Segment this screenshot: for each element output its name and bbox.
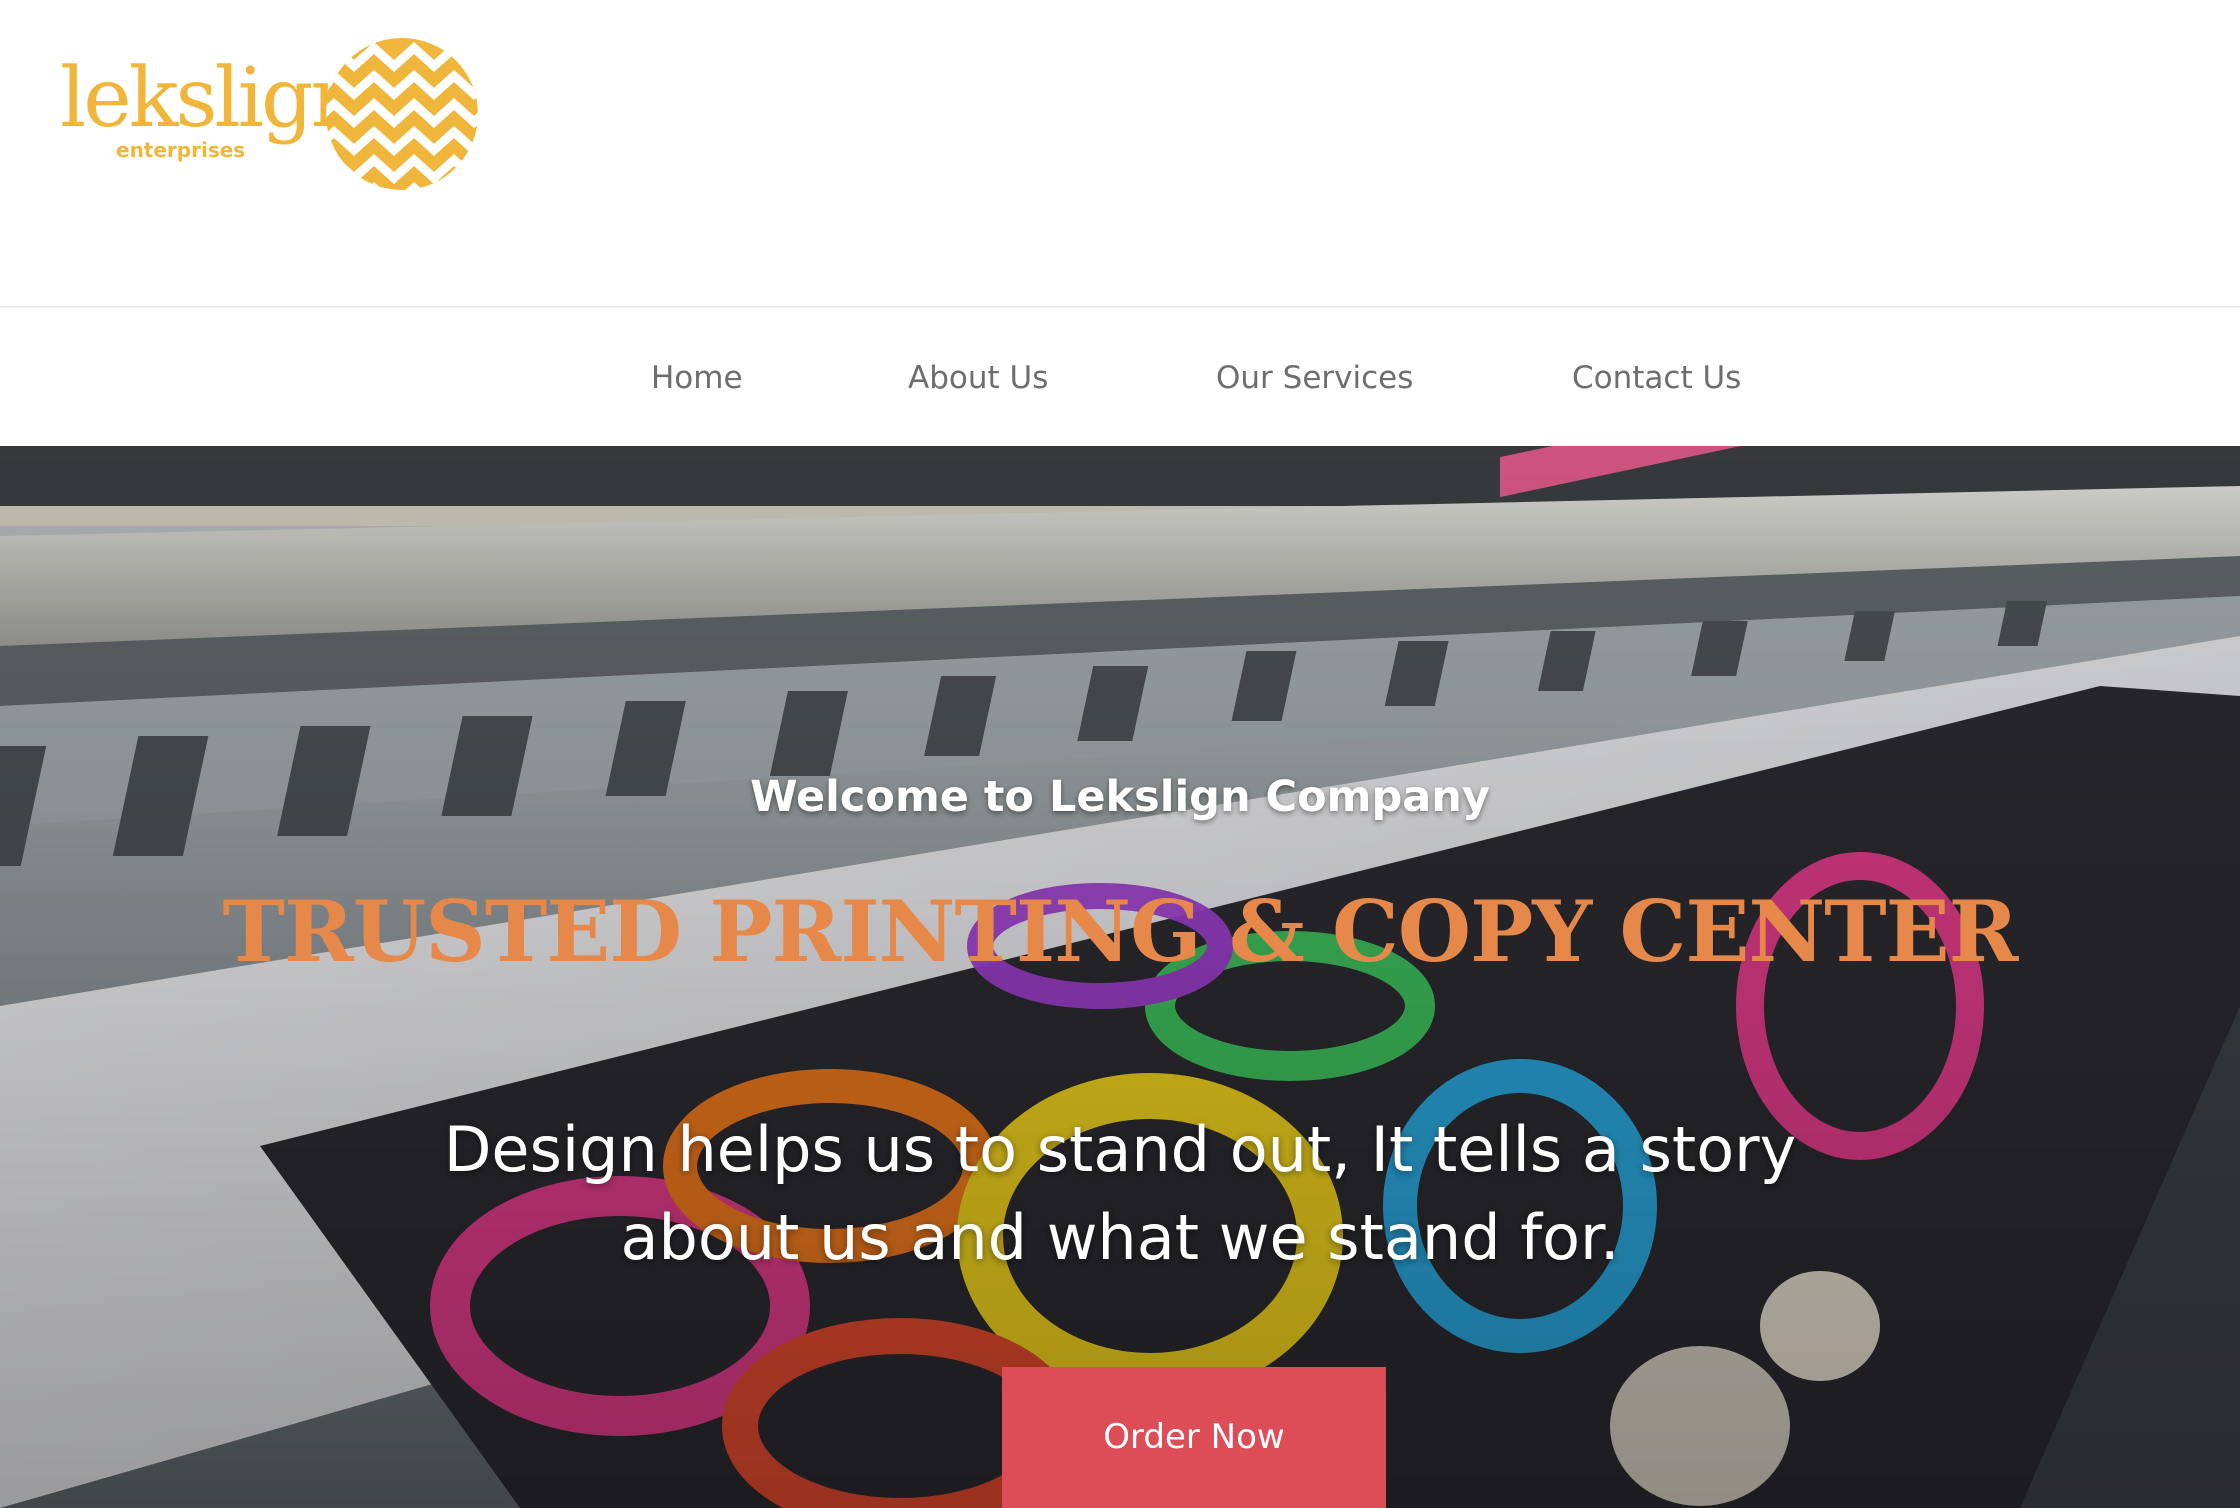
nav-item-our-services[interactable]: Our Services — [1216, 358, 1413, 398]
nav-item-contact-us[interactable]: Contact Us — [1572, 358, 1741, 398]
nav-item-home[interactable]: Home — [651, 358, 743, 398]
nav-item-about-us[interactable]: About Us — [908, 358, 1048, 398]
hero-section: Welcome to Lekslign Company TRUSTED PRIN… — [0, 446, 2240, 1508]
order-now-button[interactable]: Order Now — [1002, 1367, 1386, 1508]
main-navigation: Home About Us Our Services Contact Us — [0, 306, 2240, 446]
logo-subtitle: enterprises — [116, 138, 246, 162]
logo-chevron-globe-icon — [326, 38, 478, 190]
hero-tagline: Design helps us to stand out, It tells a… — [443, 1113, 1797, 1274]
logo-wordmark: lekslign — [60, 51, 363, 146]
brand-logo[interactable]: lekslign enterprises — [60, 36, 490, 196]
hero-title: TRUSTED PRINTING & COPY CENTER — [222, 882, 2019, 981]
hero-welcome-text: Welcome to Lekslign Company — [750, 772, 1490, 822]
site-header: lekslign enterprises — [0, 0, 2240, 306]
